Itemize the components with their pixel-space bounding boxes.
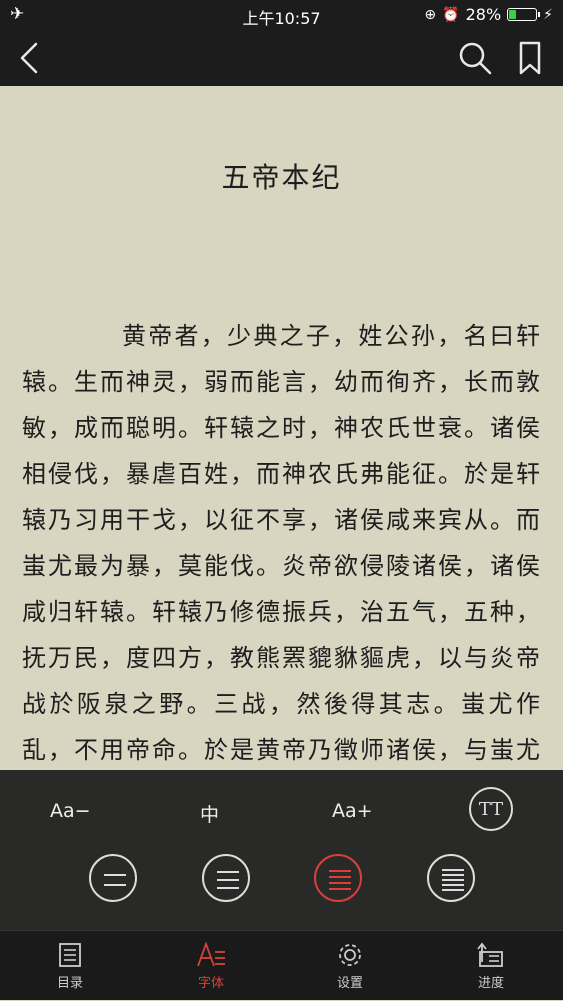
font-settings-panel: Aa− 中 Aa+ TT [0, 770, 563, 930]
reader-toolbar [0, 30, 563, 86]
font-size-value: 中 [200, 804, 220, 826]
tab-progress[interactable]: 进度 [431, 931, 551, 1001]
three-lines-icon [217, 871, 239, 889]
settings-icon [339, 944, 361, 966]
font-increase-button[interactable]: Aa+ [332, 800, 373, 822]
font-family-button[interactable]: TT [469, 787, 513, 831]
four-lines-icon [329, 870, 351, 890]
font-icon [197, 942, 225, 967]
bottom-tab-bar: 目录 字体 设置 进度 [0, 930, 563, 1000]
charging-icon: ⚡ [543, 6, 553, 23]
search-button[interactable] [457, 40, 493, 76]
line-spacing-3-button[interactable] [202, 854, 250, 902]
bookmark-icon [519, 41, 541, 75]
tab-progress-label: 进度 [477, 976, 504, 991]
status-bar: ✈ 上午10:57 ⊕ ⏰ 28% ⚡ [0, 0, 563, 30]
chapter-body: 黄帝者，少典之子，姓公孙，名曰轩辕。生而神灵，弱而能言，幼而徇齐，长而敦敏，成而… [22, 322, 542, 764]
chapter-title: 五帝本纪 [221, 161, 342, 194]
battery-icon [507, 8, 541, 21]
tab-font[interactable]: 字体 [151, 931, 271, 1001]
line-spacing-4-button[interactable] [314, 854, 362, 902]
font-decrease-button[interactable]: Aa− [50, 800, 91, 822]
five-lines-icon [442, 869, 464, 891]
tab-settings-label: 设置 [336, 976, 363, 991]
tab-toc-label: 目录 [56, 976, 83, 991]
line-spacing-2-button[interactable] [89, 854, 137, 902]
toc-icon [59, 943, 81, 967]
two-lines-icon [104, 874, 126, 886]
chevron-left-icon [20, 42, 38, 74]
progress-icon [477, 942, 503, 967]
back-button[interactable] [14, 40, 50, 76]
font-family-icon: TT [478, 798, 504, 820]
battery-percent: 28% [465, 5, 502, 24]
search-icon [459, 42, 492, 75]
bookmark-button[interactable] [515, 40, 545, 76]
alarm-icon: ⏰ [442, 6, 460, 23]
line-spacing-5-button[interactable] [427, 854, 475, 902]
battery-fill [509, 10, 517, 19]
tab-toc[interactable]: 目录 [10, 931, 130, 1001]
tab-settings[interactable]: 设置 [290, 931, 410, 1001]
tab-font-label: 字体 [197, 976, 224, 991]
rotation-lock-icon: ⊕ [424, 6, 437, 23]
